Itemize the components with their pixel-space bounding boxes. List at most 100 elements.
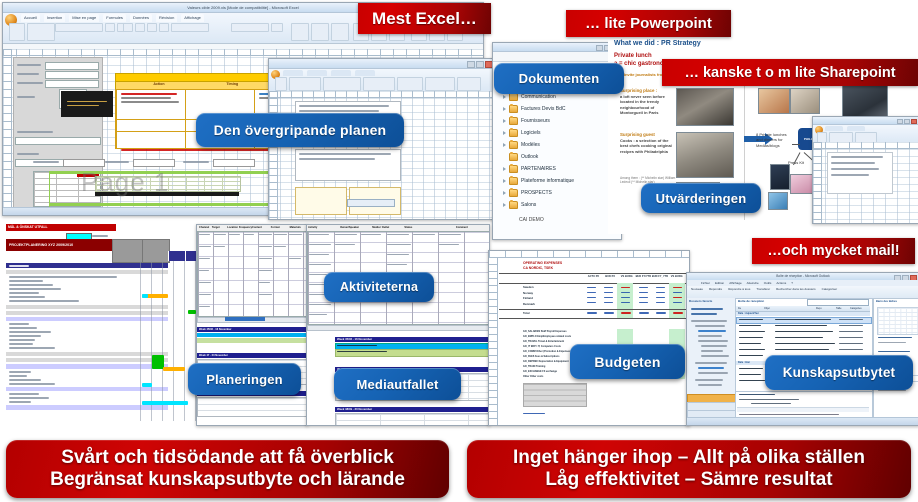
- chevron-right-icon[interactable]: [503, 106, 506, 111]
- excel2-ribbon[interactable]: [269, 69, 495, 92]
- row-headers[interactable]: [3, 49, 12, 215]
- media-week-row-0-text: [337, 345, 377, 347]
- banner-mest-excel-label: Mest Excel…: [372, 8, 477, 28]
- budget-window[interactable]: OPERATING EXPENSES CA NORDIC, TSEK ACTU …: [488, 250, 690, 426]
- column-headers[interactable]: [3, 49, 483, 56]
- excel-small-buttons[interactable]: [897, 118, 917, 124]
- excel2-col-headers[interactable]: [269, 91, 495, 98]
- outlook-tb-0[interactable]: Nouveau: [691, 287, 703, 292]
- media2-cell-4: [413, 234, 435, 236]
- gantt-month-header: [168, 251, 196, 261]
- budget-grp-col-2: VS BUDG: [620, 275, 633, 278]
- outlook-tb-4[interactable]: Rechercher dans les dossiers: [776, 287, 816, 292]
- pill-budgeten[interactable]: Budgeten: [570, 344, 685, 379]
- folder-item-2[interactable]: Communication: [503, 92, 556, 101]
- excel2-row-headers[interactable]: [269, 91, 278, 219]
- ribbon-group-clipboard[interactable]: [9, 23, 55, 41]
- excel2-button[interactable]: [347, 199, 395, 207]
- folder-item-5[interactable]: Logiciels: [503, 128, 540, 137]
- folder-item-11[interactable]: Salons: [503, 200, 536, 209]
- pill-dokumenten[interactable]: Dokumenten: [494, 63, 624, 94]
- activities-scroll-thumb[interactable]: [225, 317, 265, 321]
- ribbon-tab-6[interactable]: Affichage: [181, 14, 204, 22]
- ribbon-tab-5[interactable]: Révision: [155, 14, 178, 22]
- pill-utvarderingen[interactable]: Utvärderingen: [641, 183, 761, 213]
- outlook-search-box[interactable]: [807, 299, 869, 306]
- ribbon-group-alignment[interactable]: [123, 23, 209, 32]
- folder-label: Plateforme informatique: [521, 177, 575, 184]
- ribbon-tab-2[interactable]: Mise en page: [69, 14, 100, 22]
- form-field-3: [45, 80, 99, 88]
- excel-small-window[interactable]: [812, 116, 918, 224]
- folder-icon: [509, 116, 518, 125]
- chevron-right-icon[interactable]: [503, 202, 506, 207]
- outlook-nav-item-3: [695, 325, 725, 327]
- plan-cell-text-a: [121, 93, 177, 95]
- ribbon-tab-3[interactable]: Formules: [103, 14, 126, 22]
- photo-chefs: [676, 132, 734, 178]
- ribbon-tab-4[interactable]: Données: [129, 14, 152, 22]
- chevron-right-icon[interactable]: [503, 166, 506, 171]
- outlook-tb-3[interactable]: Transférer: [756, 287, 770, 292]
- outlook-reading-pane[interactable]: [735, 391, 873, 420]
- folder-item-6[interactable]: Modèles: [503, 140, 540, 149]
- budget-num-6: [587, 292, 596, 294]
- chevron-right-icon[interactable]: [503, 118, 506, 123]
- budget-col-headers[interactable]: [489, 251, 689, 258]
- ribbon-tab-1[interactable]: Insertion: [43, 14, 66, 22]
- project-plan-gantt-window[interactable]: MÅL & ÖNSKAT UTFALL PROJEKTPLANERING XYZ…: [0, 224, 196, 424]
- outlook-mini-calendar[interactable]: [877, 307, 918, 335]
- ribbon-group-font[interactable]: [55, 23, 127, 32]
- activities-grid[interactable]: [197, 231, 307, 317]
- outlook-tb-5[interactable]: Catégoriser: [822, 287, 838, 292]
- activities-table-window[interactable]: Channel Target Audience Location Frequen…: [196, 224, 308, 426]
- pill-den-overgripande-planen[interactable]: Den övergripande planen: [196, 113, 404, 147]
- outlook-col-4[interactable]: Catégories: [850, 306, 868, 311]
- excel-small-grid[interactable]: [813, 142, 918, 223]
- excel-small-col-headers[interactable]: [813, 142, 918, 149]
- folder-item-9[interactable]: Plateforme informatique: [503, 176, 575, 185]
- budget-grp-col-4: BUD FY_YTD: [651, 275, 669, 278]
- folder-item-7[interactable]: Outlook: [509, 152, 538, 161]
- window-buttons-2[interactable]: [467, 60, 493, 68]
- gantt-task-11: [9, 335, 41, 337]
- excel2-grid[interactable]: [269, 91, 495, 219]
- chevron-right-icon[interactable]: [503, 190, 506, 195]
- folder-item-8[interactable]: PARTENAIRES: [503, 164, 556, 173]
- media2-scrollbar[interactable]: [307, 325, 489, 331]
- folder-icon: [509, 128, 518, 137]
- folder-item-4[interactable]: Fournisseurs: [503, 116, 550, 125]
- chevron-right-icon[interactable]: [503, 94, 506, 99]
- outlook-window[interactable]: Boîte de réception - Microsoft Outlook F…: [686, 272, 918, 426]
- ribbon-group-number[interactable]: [231, 23, 283, 32]
- excel2-ribbon-groups[interactable]: [275, 77, 481, 91]
- budget-highlight-col-1: [617, 283, 633, 319]
- ribbon-group-styles[interactable]: [291, 23, 349, 41]
- pill-aktiviteterna[interactable]: Aktiviteterna: [324, 272, 434, 302]
- folder-item-3[interactable]: Factures Devis BdC: [503, 104, 565, 113]
- pill-planeringen[interactable]: Planeringen: [188, 363, 301, 395]
- outlook-attachment-bar[interactable]: [737, 407, 869, 412]
- outlook-tb-1[interactable]: Répondre: [709, 287, 722, 292]
- outlook-nav-item-0: [691, 308, 723, 310]
- outlook-col-0[interactable]: De: [738, 306, 764, 311]
- chevron-right-icon[interactable]: [503, 142, 506, 147]
- pill-mediautfallet[interactable]: Mediautfallet: [334, 368, 461, 400]
- outlook-col-3[interactable]: Taille: [836, 306, 850, 311]
- outlook-col-1[interactable]: Objet: [764, 306, 816, 311]
- outlook-nav-pane[interactable]: Dossiers favoris: [687, 298, 737, 425]
- media2-cell-2: [361, 234, 381, 236]
- chevron-right-icon[interactable]: [503, 130, 506, 135]
- excel-small-row-headers[interactable]: [813, 142, 822, 223]
- ribbon-tab-0[interactable]: Accueil: [21, 14, 40, 22]
- budget-total-4: [656, 312, 666, 314]
- outlook-col-2[interactable]: Reçu: [816, 306, 836, 311]
- act-cell-11: [199, 258, 210, 260]
- outlook-tb-2[interactable]: Répondre à tous: [728, 287, 750, 292]
- budget-row-headers[interactable]: [489, 257, 498, 425]
- chevron-right-icon[interactable]: [503, 178, 506, 183]
- gantt-task-4: [9, 288, 61, 290]
- folder-item-10[interactable]: PROSPECTS: [503, 188, 552, 197]
- pill-kunskapsutbytet[interactable]: Kunskapsutbytet: [765, 355, 913, 390]
- explorer-toolbar[interactable]: [493, 52, 621, 62]
